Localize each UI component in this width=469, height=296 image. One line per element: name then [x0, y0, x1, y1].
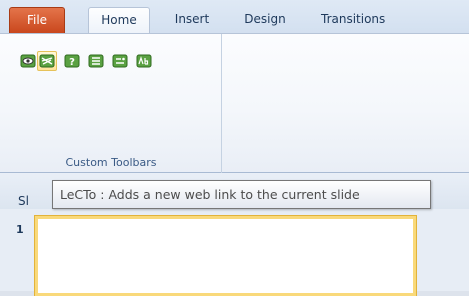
- svg-text:?: ?: [69, 57, 75, 68]
- custom-toolbars-group: ? Custom Toolbars: [0, 34, 222, 173]
- group-label: Custom Toolbars: [65, 156, 157, 169]
- tab-transitions[interactable]: Transitions: [309, 7, 469, 33]
- tab-insert[interactable]: Insert: [162, 7, 222, 33]
- tag-icon: [112, 54, 128, 68]
- eye-toolbar-icon: [20, 54, 36, 68]
- web-link-icon: [39, 54, 55, 68]
- toolbar-button-eye[interactable]: [18, 51, 38, 71]
- toolbar-button-help[interactable]: ?: [62, 51, 82, 71]
- tab-file[interactable]: File: [9, 7, 65, 33]
- tab-design[interactable]: Design: [230, 7, 300, 33]
- tab-home[interactable]: Home: [88, 7, 150, 33]
- abc-icon: [136, 54, 152, 68]
- list-icon: [88, 54, 104, 68]
- slide-thumbnail[interactable]: [34, 215, 417, 296]
- tooltip: LeCTo : Adds a new web link to the curre…: [52, 180, 431, 209]
- help-icon: ?: [64, 54, 80, 68]
- slides-tab[interactable]: Sl: [18, 194, 29, 208]
- slide-number: 1: [16, 223, 24, 236]
- toolbar-button-abc[interactable]: [134, 51, 154, 71]
- ribbon-tab-bar: File Home Insert Design Transitions: [0, 0, 469, 33]
- toolbar-button-web-link[interactable]: [37, 51, 57, 71]
- toolbar-button-tag[interactable]: [110, 51, 130, 71]
- toolbar-button-list[interactable]: [86, 51, 106, 71]
- ribbon-panel: ? Custom Toolbars: [0, 33, 469, 173]
